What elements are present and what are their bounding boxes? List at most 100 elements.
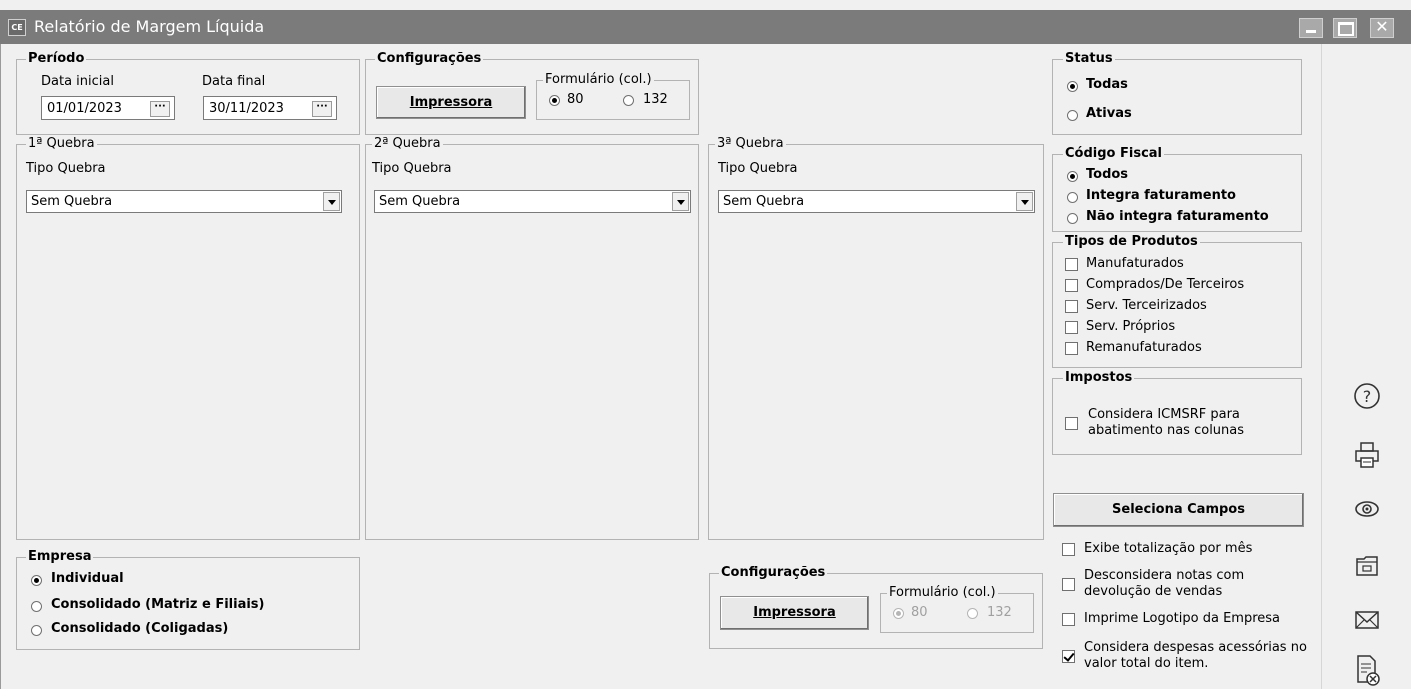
quebra1-select[interactable]: Sem Quebra <box>26 190 342 213</box>
quebra3-tipo-label: Tipo Quebra <box>718 161 798 176</box>
printer-icon[interactable] <box>1352 440 1382 470</box>
quebra3-select[interactable]: Sem Quebra <box>718 190 1035 213</box>
remanufaturados-checkbox[interactable] <box>1065 342 1078 355</box>
configuracoes-group-bottom: Configurações Impressora Formulário (col… <box>709 565 1043 649</box>
formulario-bottom-80-radio[interactable] <box>893 608 904 619</box>
empresa-consolidado-filiais-radio[interactable] <box>31 601 42 612</box>
codigo-integra-label: Integra faturamento <box>1086 188 1236 203</box>
empresa-consolidado-coligadas-label: Consolidado (Coligadas) <box>51 621 229 636</box>
tipos-produtos-legend: Tipos de Produtos <box>1063 234 1200 250</box>
date-picker-button-inicial[interactable]: ··· <box>150 101 170 117</box>
considera-despesas-line2: valor total do item. <box>1084 656 1209 671</box>
empresa-legend: Empresa <box>26 549 94 565</box>
status-todas-label: Todas <box>1086 77 1128 92</box>
formulario-132-radio[interactable] <box>623 95 634 106</box>
data-final-field[interactable]: 30/11/2023 ··· <box>203 96 337 120</box>
email-icon[interactable] <box>1352 605 1382 635</box>
quebra3-group: 3ª Quebra Tipo Quebra Sem Quebra <box>708 136 1044 540</box>
codigo-fiscal-legend: Código Fiscal <box>1063 146 1165 162</box>
empresa-consolidado-coligadas-radio[interactable] <box>31 625 42 636</box>
formulario-80-radio[interactable] <box>549 95 560 106</box>
empresa-consolidado-filiais-label: Consolidado (Matriz e Filiais) <box>51 597 265 612</box>
considera-icmsrf-line2: abatimento nas colunas <box>1088 423 1245 438</box>
manufaturados-label: Manufaturados <box>1086 256 1184 271</box>
considera-icmsrf-line1: Considera ICMSRF para <box>1088 407 1240 422</box>
impressora-button[interactable]: Impressora <box>376 86 526 119</box>
comprados-checkbox[interactable] <box>1065 279 1078 292</box>
window-left-edge <box>0 44 7 689</box>
quebra3-value: Sem Quebra <box>723 194 805 209</box>
configuracoes-legend: Configurações <box>375 51 484 67</box>
chevron-down-icon[interactable] <box>323 192 340 211</box>
desconsidera-notas-checkbox[interactable] <box>1062 578 1075 591</box>
minimize-button[interactable] <box>1299 18 1323 38</box>
chevron-down-icon[interactable] <box>672 192 689 211</box>
codigo-integra-radio[interactable] <box>1067 192 1078 203</box>
help-icon[interactable]: ? <box>1352 381 1382 411</box>
manufaturados-checkbox[interactable] <box>1065 258 1078 271</box>
desconsidera-notas-label: Desconsidera notas com devolução de vend… <box>1084 568 1244 600</box>
quebra2-select[interactable]: Sem Quebra <box>374 190 691 213</box>
serv-proprios-checkbox[interactable] <box>1065 321 1078 334</box>
serv-proprios-label: Serv. Próprios <box>1086 319 1176 334</box>
data-inicial-field[interactable]: 01/01/2023 ··· <box>41 96 175 120</box>
formulario-bottom-group: Formulário (col.) 80 132 <box>880 585 1034 633</box>
cancel-document-icon[interactable] <box>1352 652 1382 688</box>
title-bar: CE Relatório de Margem Líquida ✕ <box>0 10 1411 44</box>
close-icon: ✕ <box>1375 17 1389 36</box>
empresa-individual-label: Individual <box>51 571 124 586</box>
imprime-logotipo-checkbox[interactable] <box>1062 613 1075 626</box>
serv-terceirizados-checkbox[interactable] <box>1065 300 1078 313</box>
date-picker-button-final[interactable]: ··· <box>312 101 332 117</box>
status-ativas-radio[interactable] <box>1067 110 1078 121</box>
considera-despesas-checkbox[interactable] <box>1062 650 1075 663</box>
serv-terceirizados-label: Serv. Terceirizados <box>1086 298 1207 313</box>
desconsidera-line2: devolução de vendas <box>1084 584 1223 599</box>
formulario-132-label: 132 <box>643 92 668 107</box>
considera-despesas-line1: Considera despesas acessórias no <box>1084 640 1307 655</box>
exibe-totalizacao-label: Exibe totalização por mês <box>1084 541 1253 556</box>
data-inicial-label: Data inicial <box>41 74 114 89</box>
quebra2-group: 2ª Quebra Tipo Quebra Sem Quebra <box>365 136 699 540</box>
quebra1-tipo-label: Tipo Quebra <box>26 161 106 176</box>
exibe-totalizacao-checkbox[interactable] <box>1062 543 1075 556</box>
desconsidera-line1: Desconsidera notas com <box>1084 568 1245 583</box>
formulario-group: Formulário (col.) 80 132 <box>536 72 690 120</box>
imprime-logotipo-label: Imprime Logotipo da Empresa <box>1084 611 1280 626</box>
codigo-todos-radio[interactable] <box>1067 171 1078 182</box>
seleciona-campos-button[interactable]: Seleciona Campos <box>1053 493 1304 527</box>
formulario-bottom-132-radio[interactable] <box>967 608 978 619</box>
data-inicial-value: 01/01/2023 <box>47 101 122 116</box>
impressora-button-label: Impressora <box>409 95 493 110</box>
preview-eye-icon[interactable] <box>1352 494 1382 524</box>
quebra2-value: Sem Quebra <box>379 194 461 209</box>
app-icon: CE <box>8 19 26 36</box>
status-todas-radio[interactable] <box>1067 81 1078 92</box>
impostos-legend: Impostos <box>1063 370 1135 386</box>
formulario-80-label: 80 <box>567 92 584 107</box>
quebra2-legend: 2ª Quebra <box>372 136 443 152</box>
comprados-label: Comprados/De Terceiros <box>1086 277 1245 292</box>
formulario-legend: Formulário (col.) <box>543 72 654 88</box>
close-button[interactable]: ✕ <box>1370 17 1394 38</box>
right-toolbar <box>1321 44 1411 689</box>
considera-icmsrf-checkbox[interactable] <box>1065 417 1078 430</box>
impressora-bottom-button[interactable]: Impressora <box>720 596 869 630</box>
impressora-bottom-button-label: Impressora <box>753 605 836 620</box>
chevron-down-icon[interactable] <box>1016 192 1033 211</box>
maximize-button[interactable] <box>1333 18 1357 38</box>
codigo-nao-integra-radio[interactable] <box>1067 213 1078 224</box>
empresa-individual-radio[interactable] <box>31 575 42 586</box>
periodo-group: Período Data inicial 01/01/2023 ··· Data… <box>16 51 360 135</box>
tipos-produtos-group: Tipos de Produtos Manufaturados Comprado… <box>1052 234 1302 368</box>
remanufaturados-label: Remanufaturados <box>1086 340 1202 355</box>
considera-icmsrf-label: Considera ICMSRF para abatimento nas col… <box>1088 407 1244 439</box>
status-legend: Status <box>1063 51 1115 67</box>
status-ativas-label: Ativas <box>1086 106 1132 121</box>
empresa-group: Empresa Individual Consolidado (Matriz e… <box>16 549 360 650</box>
configuracoes-group-top: Configurações Impressora Formulário (col… <box>365 51 699 135</box>
data-final-label: Data final <box>202 74 266 89</box>
formulario-bottom-80-label: 80 <box>911 605 928 620</box>
codigo-nao-integra-label: Não integra faturamento <box>1086 209 1269 224</box>
folder-icon[interactable] <box>1352 551 1382 581</box>
